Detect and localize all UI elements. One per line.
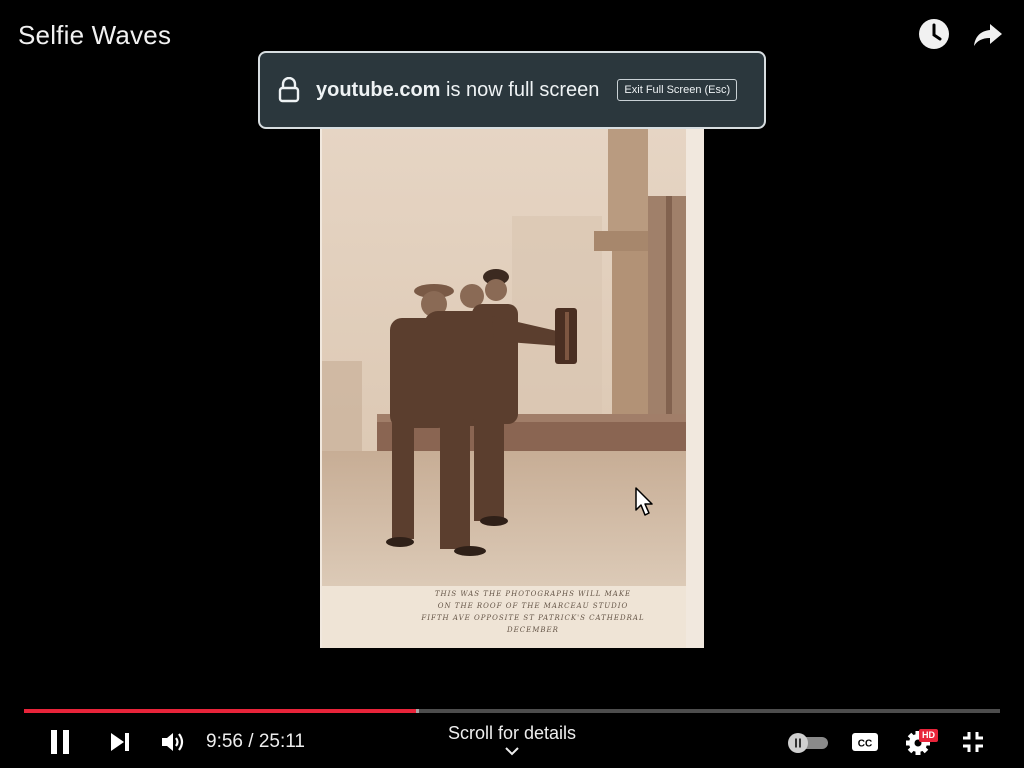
photo-caption: THIS WAS THE PHOTOGRAPHS WILL MAKE ON TH…	[388, 588, 678, 636]
progress-bar[interactable]	[24, 709, 1000, 713]
share-arrow-icon[interactable]	[972, 18, 1004, 50]
exit-fullscreen-control-button[interactable]	[956, 726, 990, 758]
next-button[interactable]	[104, 726, 136, 758]
scroll-hint-label: Scroll for details	[447, 723, 577, 743]
progress-played	[24, 709, 417, 713]
exit-fullscreen-button[interactable]: Exit Full Screen (Esc)	[617, 79, 738, 101]
fullscreen-notice: youtube.com is now full screen Exit Full…	[258, 51, 766, 129]
autoplay-toggle[interactable]	[786, 730, 830, 754]
top-actions	[918, 18, 1004, 50]
pause-button[interactable]	[44, 726, 76, 758]
svg-text:CC: CC	[858, 739, 872, 750]
vintage-rooftop-photo	[322, 126, 686, 648]
fullscreen-message: youtube.com is now full screen	[316, 79, 599, 102]
autoplay-toggle-icon	[788, 733, 828, 753]
scroll-for-details[interactable]: Scroll for details	[412, 723, 612, 756]
chevron-down-icon	[505, 747, 519, 756]
fullscreen-domain: youtube.com	[316, 78, 441, 101]
watch-later-clock-icon[interactable]	[918, 18, 950, 50]
player-controls: 9:56 / 25:11 Scroll for details CC HD	[0, 718, 1024, 768]
pause-icon	[51, 730, 69, 754]
volume-icon	[162, 733, 184, 751]
settings-button[interactable]: HD	[902, 724, 942, 758]
time-display: 9:56 / 25:11	[206, 731, 305, 752]
hd-badge: HD	[919, 729, 938, 742]
fullscreen-message-text: is now full screen	[446, 78, 600, 101]
video-title: Selfie Waves	[18, 20, 172, 50]
skip-next-icon	[111, 733, 129, 751]
mouse-cursor-icon	[635, 487, 653, 516]
closed-captions-icon: CC	[852, 733, 878, 751]
video-frame[interactable]: THIS WAS THE PHOTOGRAPHS WILL MAKE ON TH…	[320, 118, 704, 648]
lock-icon	[278, 77, 300, 103]
exit-fullscreen-icon	[963, 732, 983, 752]
subtitles-button[interactable]: CC	[848, 726, 882, 758]
caption-line: FIFTH AVE OPPOSITE ST PATRICK'S CATHEDRA…	[421, 614, 645, 622]
caption-line: ON THE ROOF OF THE MARCEAU STUDIO	[437, 602, 629, 610]
caption-line: DECEMBER	[507, 626, 559, 634]
caption-line: THIS WAS THE PHOTOGRAPHS WILL MAKE	[434, 590, 632, 598]
mute-button[interactable]	[156, 726, 190, 758]
